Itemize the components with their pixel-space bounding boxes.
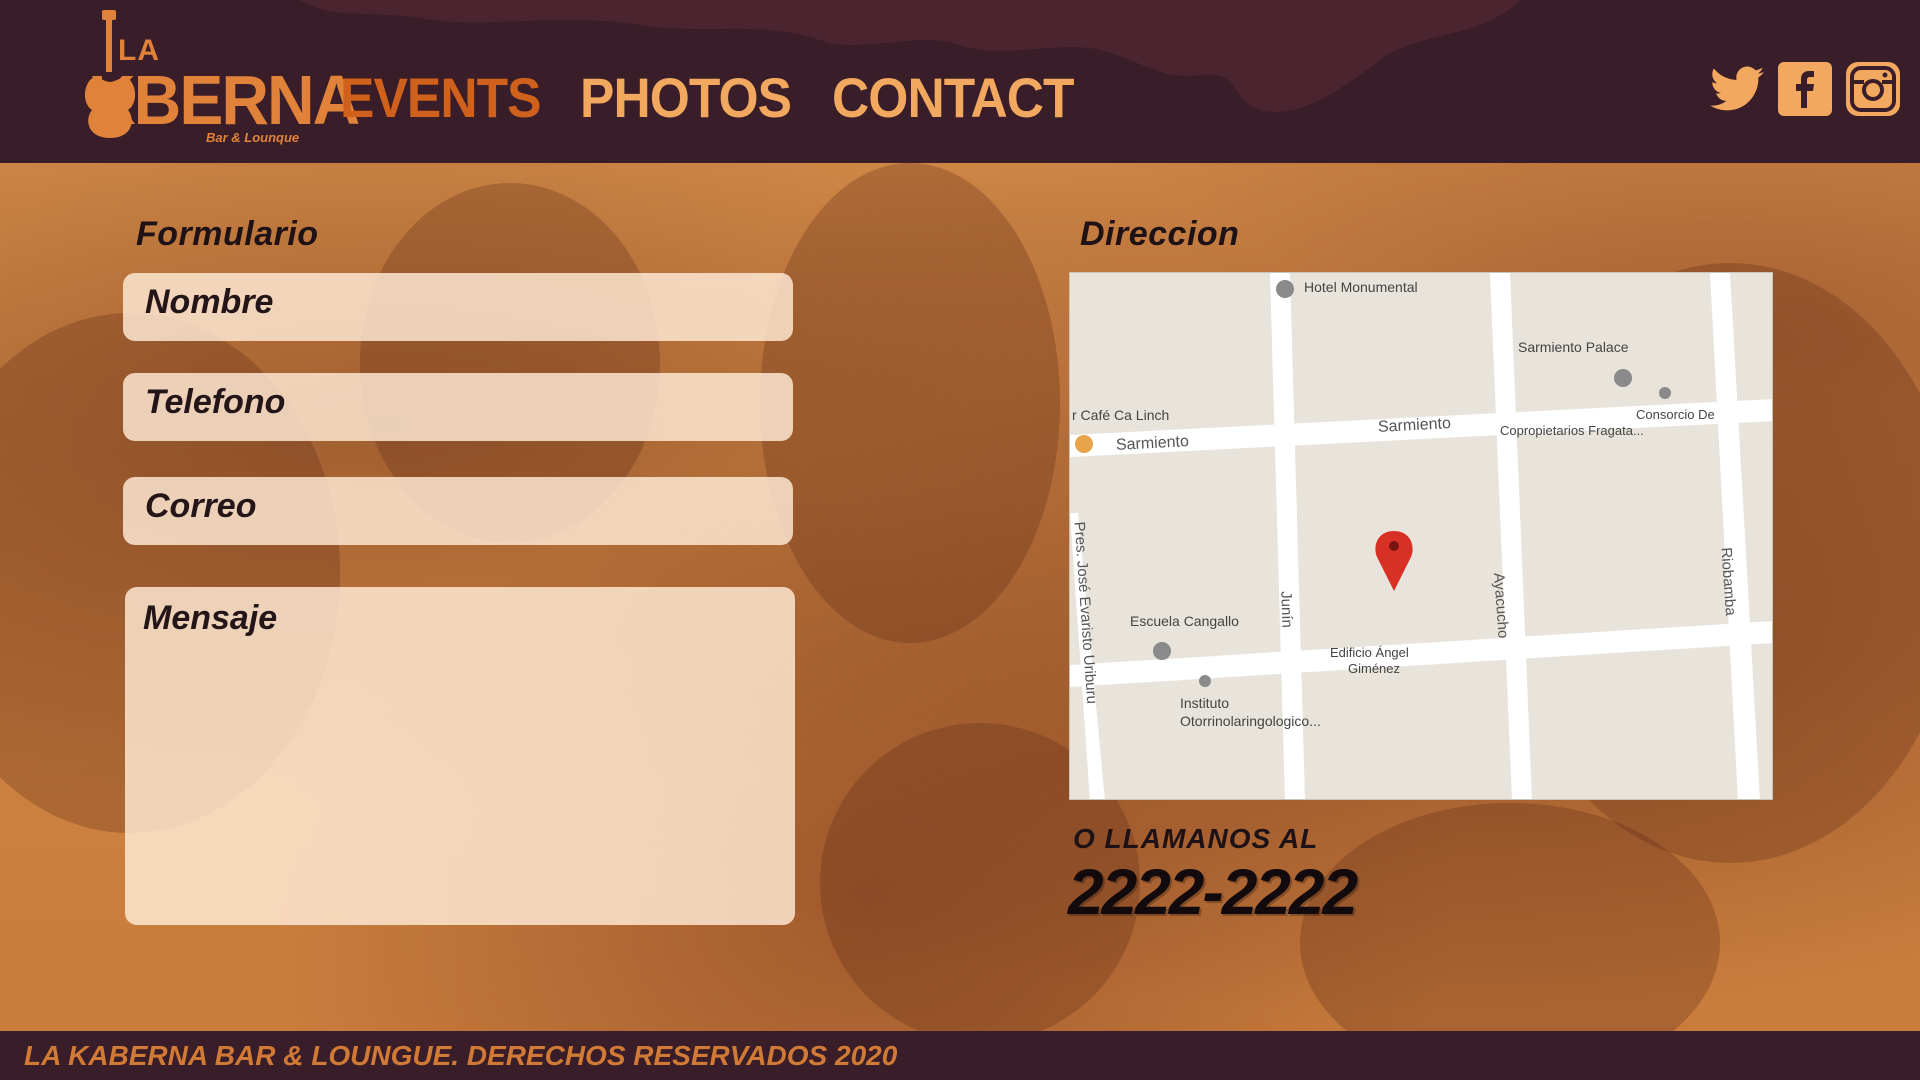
correo-placeholder: Correo [145, 487, 257, 525]
correo-input[interactable]: Correo [123, 477, 793, 545]
nav-events-link[interactable]: EVENTS [340, 65, 542, 130]
nav-contact-link[interactable]: CONTACT [832, 65, 1075, 130]
map-label-instituto-1: Instituto [1180, 695, 1230, 711]
twitter-icon[interactable] [1710, 62, 1764, 116]
map-label-edificio-2: Giménez [1348, 661, 1401, 676]
main-nav: EVENTS PHOTOS CONTACT [340, 65, 1094, 130]
map-label-junin: Junín [1277, 590, 1296, 629]
instagram-icon[interactable] [1846, 62, 1900, 116]
mensaje-textarea[interactable]: Mensaje [125, 587, 795, 925]
mensaje-placeholder: Mensaje [143, 599, 278, 637]
map-label-edificio-1: Edificio Ángel [1330, 645, 1409, 660]
site-header: LA KBERNA Bar & Lounque EVENTS PHOTOS CO… [0, 0, 1920, 163]
nombre-input[interactable]: Nombre [123, 273, 793, 341]
call-us-label: O LLAMANOS AL [1073, 823, 1319, 854]
map-label-sarmiento-left: Sarmiento [1115, 433, 1190, 454]
footer-copyright: LA KABERNA BAR & LOUNGUE. DERECHOS RESER… [24, 1040, 898, 1071]
map-label-palace: Sarmiento Palace [1518, 339, 1629, 355]
telefono-input[interactable]: Telefono [123, 373, 793, 441]
nombre-placeholder: Nombre [145, 283, 274, 321]
map-label-instituto-2: Otorrinolaringologico... [1180, 713, 1321, 729]
phone-number[interactable]: 2222-2222 [1068, 855, 1358, 929]
facebook-icon[interactable] [1778, 62, 1832, 116]
contact-section: Formulario Nombre Telefono Correo Mensaj… [0, 163, 1920, 1031]
site-footer: LA KABERNA BAR & LOUNGUE. DERECHOS RESER… [0, 1031, 1920, 1080]
form-title: Formulario [136, 215, 319, 253]
nav-photos-link[interactable]: PHOTOS [580, 65, 792, 130]
social-links [1710, 62, 1900, 116]
map-label-consorcio-2: Copropietarios Fragata... [1500, 423, 1644, 438]
logo-name-text: KBERNA [88, 61, 360, 139]
background-photo-shade [760, 163, 1060, 643]
map-label-cafe: r Café Ca Linch [1072, 407, 1170, 423]
map-canvas [1070, 273, 1772, 799]
brand-logo[interactable]: LA KBERNA Bar & Lounque [80, 10, 360, 145]
telefono-placeholder: Telefono [145, 383, 286, 421]
address-title: Direccion [1080, 215, 1240, 253]
logo-tagline: Bar & Lounque [206, 130, 300, 145]
map-label-hotel: Hotel Monumental [1304, 279, 1418, 295]
map-label-consorcio-1: Consorcio De [1636, 407, 1715, 422]
map-label-escuela: Escuela Cangallo [1130, 613, 1239, 629]
map-label-sarmiento-right: Sarmiento [1377, 415, 1452, 436]
location-map[interactable]: Hotel Monumental Sarmiento Palace r Café… [1069, 272, 1773, 800]
